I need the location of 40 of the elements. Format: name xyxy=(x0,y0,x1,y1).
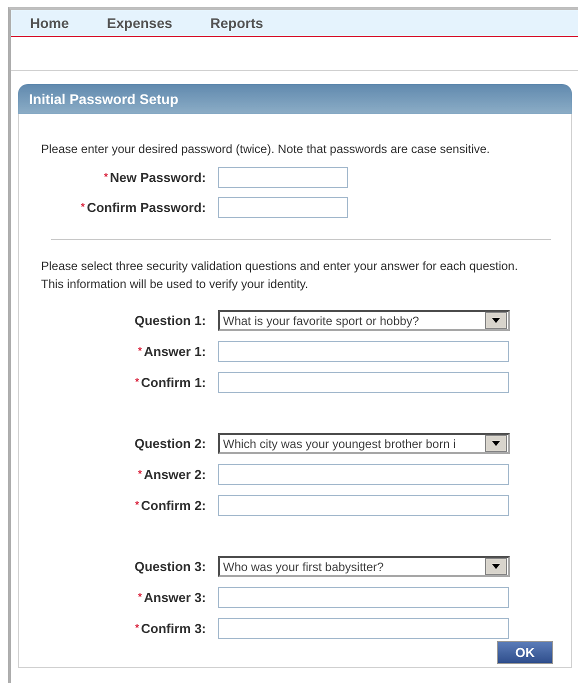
answer-field[interactable] xyxy=(218,341,509,362)
required-marker: * xyxy=(135,500,139,511)
password-field[interactable] xyxy=(218,197,348,218)
field-label: Question 2: xyxy=(134,436,206,451)
instruction-text: Please enter your desired password (twice). Note that passwords are case sensitive. xyxy=(41,142,490,156)
nav-link[interactable]: Home xyxy=(30,15,69,31)
field-label: Confirm 3: xyxy=(141,621,206,636)
required-marker: * xyxy=(138,592,142,603)
field-label: New Password: xyxy=(110,170,206,185)
field-label: Confirm 2: xyxy=(141,498,206,513)
field-label: Question 3: xyxy=(134,559,206,574)
ok-button[interactable]: OK xyxy=(497,641,553,664)
required-marker: * xyxy=(138,469,142,480)
answer-field[interactable] xyxy=(218,495,509,516)
question-dropdown[interactable]: What is your favorite sport or hobby? xyxy=(218,310,510,331)
caret-icon xyxy=(492,441,500,446)
field-label: Confirm Password: xyxy=(86,200,206,215)
question-dropdown[interactable]: Who was your first babysitter? xyxy=(218,556,510,577)
answer-field[interactable] xyxy=(218,372,509,393)
required-marker: * xyxy=(80,202,85,213)
nav-link[interactable]: Reports xyxy=(210,15,264,31)
field-label: Answer 3: xyxy=(144,590,206,605)
caret-icon xyxy=(492,564,500,569)
nav-link[interactable]: Expenses xyxy=(106,15,172,31)
field-label: Answer 2: xyxy=(144,467,206,482)
answer-field[interactable] xyxy=(218,618,509,639)
question-dropdown[interactable]: Which city was your youngest brother born i xyxy=(218,433,510,454)
required-marker: * xyxy=(135,623,139,634)
caret-icon xyxy=(492,318,500,323)
panel-title: Initial Password Setup xyxy=(18,84,572,114)
instruction-text: Please select three security validation questions and enter your answer for each question. This information will be used to verify your identity. xyxy=(41,258,519,293)
password-field[interactable] xyxy=(218,167,348,188)
answer-field[interactable] xyxy=(218,587,509,608)
field-label: Answer 1: xyxy=(144,344,206,359)
answer-field[interactable] xyxy=(218,464,509,485)
required-marker: * xyxy=(104,172,108,183)
field-label: Question 1: xyxy=(134,313,206,328)
required-marker: * xyxy=(135,377,139,388)
required-marker: * xyxy=(138,346,142,357)
field-label: Confirm 1: xyxy=(141,375,206,390)
